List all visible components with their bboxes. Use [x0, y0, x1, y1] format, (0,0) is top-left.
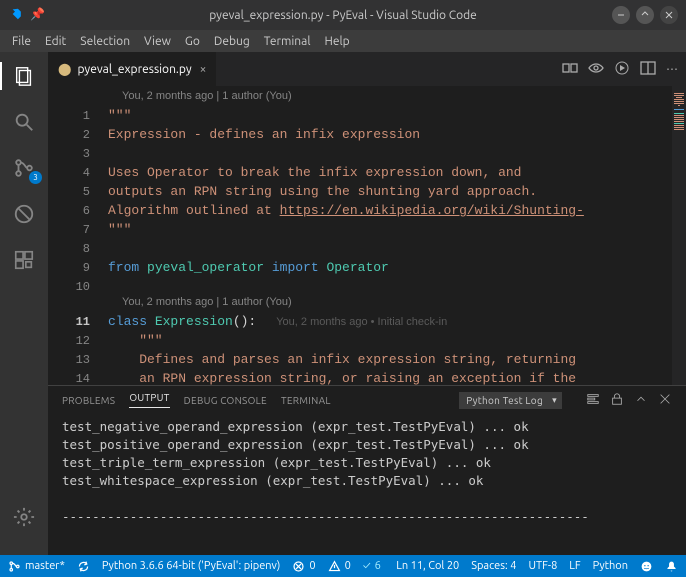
panel: PROBLEMS OUTPUT DEBUG CONSOLE TERMINAL P… [48, 385, 686, 555]
codelens-class[interactable]: You, 2 months ago | 1 author (You) [122, 296, 292, 308]
branch-status[interactable]: master* [8, 560, 65, 573]
minimap[interactable] [672, 86, 686, 385]
statusbar: master* Python 3.6.6 64-bit ('PyEval': p… [0, 555, 686, 577]
scm-icon[interactable]: 3 [10, 154, 38, 182]
more-icon[interactable]: ⋯ [666, 62, 678, 76]
encoding-status[interactable]: UTF-8 [528, 560, 557, 572]
settings-icon[interactable] [10, 503, 38, 531]
menubar: File Edit Selection View Go Debug Termin… [0, 30, 686, 52]
inline-blame: You, 2 months ago • Initial check-in [276, 316, 447, 328]
minimize-button[interactable] [612, 6, 630, 24]
run-icon[interactable] [614, 60, 630, 79]
tab-active[interactable]: ⬤ pyeval_expression.py × [48, 52, 217, 86]
tab-debug-console[interactable]: DEBUG CONSOLE [184, 395, 267, 406]
output-body[interactable]: test_negative_operand_expression (expr_t… [48, 414, 686, 555]
tab-close-icon[interactable]: × [200, 63, 207, 76]
menu-file[interactable]: File [6, 33, 37, 50]
scm-badge: 3 [29, 171, 42, 184]
activitybar: 3 [0, 52, 48, 555]
menu-edit[interactable]: Edit [39, 33, 72, 50]
explorer-icon[interactable] [10, 62, 38, 90]
menu-selection[interactable]: Selection [74, 33, 136, 50]
debug-icon[interactable] [10, 200, 38, 228]
close-panel-icon[interactable] [658, 392, 672, 408]
tests-status[interactable]: ✓ 6 [363, 560, 381, 572]
editor[interactable]: You, 2 months ago | 1 author (You) 1""" … [48, 86, 686, 385]
close-button[interactable] [660, 6, 678, 24]
app-icon [8, 7, 22, 24]
lock-icon[interactable] [610, 392, 624, 408]
titlebar: 📌 pyeval_expression.py - PyEval - Visual… [0, 0, 686, 30]
extensions-icon[interactable] [10, 246, 38, 274]
eol-status[interactable]: LF [569, 560, 580, 572]
errors-status[interactable]: 0 [292, 560, 315, 573]
maximize-button[interactable] [636, 6, 654, 24]
pin-icon[interactable]: 📌 [30, 7, 45, 24]
clear-icon[interactable] [586, 392, 600, 408]
tab-terminal[interactable]: TERMINAL [281, 395, 331, 406]
language-status[interactable]: Python [593, 560, 628, 572]
bell-icon[interactable] [665, 560, 678, 573]
search-icon[interactable] [10, 108, 38, 136]
cursor-position[interactable]: Ln 11, Col 20 [396, 560, 459, 572]
open-changes-icon[interactable] [562, 60, 578, 79]
codelens[interactable]: You, 2 months ago | 1 author (You) [122, 90, 292, 102]
maximize-panel-icon[interactable] [634, 392, 648, 408]
tabbar: ⬤ pyeval_expression.py × ⋯ [48, 52, 686, 86]
tab-problems[interactable]: PROBLEMS [62, 395, 115, 406]
window-title: pyeval_expression.py - PyEval - Visual S… [0, 9, 686, 22]
menu-terminal[interactable]: Terminal [258, 33, 317, 50]
python-file-icon: ⬤ [58, 62, 71, 76]
indentation-status[interactable]: Spaces: 4 [471, 560, 516, 572]
output-channel-dropdown[interactable]: Python Test Log [459, 392, 562, 409]
tab-label: pyeval_expression.py [77, 63, 191, 76]
menu-debug[interactable]: Debug [208, 33, 256, 50]
menu-go[interactable]: Go [179, 33, 206, 50]
python-status[interactable]: Python 3.6.6 64-bit ('PyEval': pipenv) [102, 560, 281, 572]
tab-output[interactable]: OUTPUT [129, 392, 169, 408]
menu-view[interactable]: View [138, 33, 177, 50]
split-editor-icon[interactable] [640, 60, 656, 79]
feedback-icon[interactable] [640, 560, 653, 573]
warnings-status[interactable]: 0 [328, 560, 351, 573]
sync-status[interactable] [77, 560, 90, 573]
preview-icon[interactable] [588, 60, 604, 79]
menu-help[interactable]: Help [318, 33, 355, 50]
